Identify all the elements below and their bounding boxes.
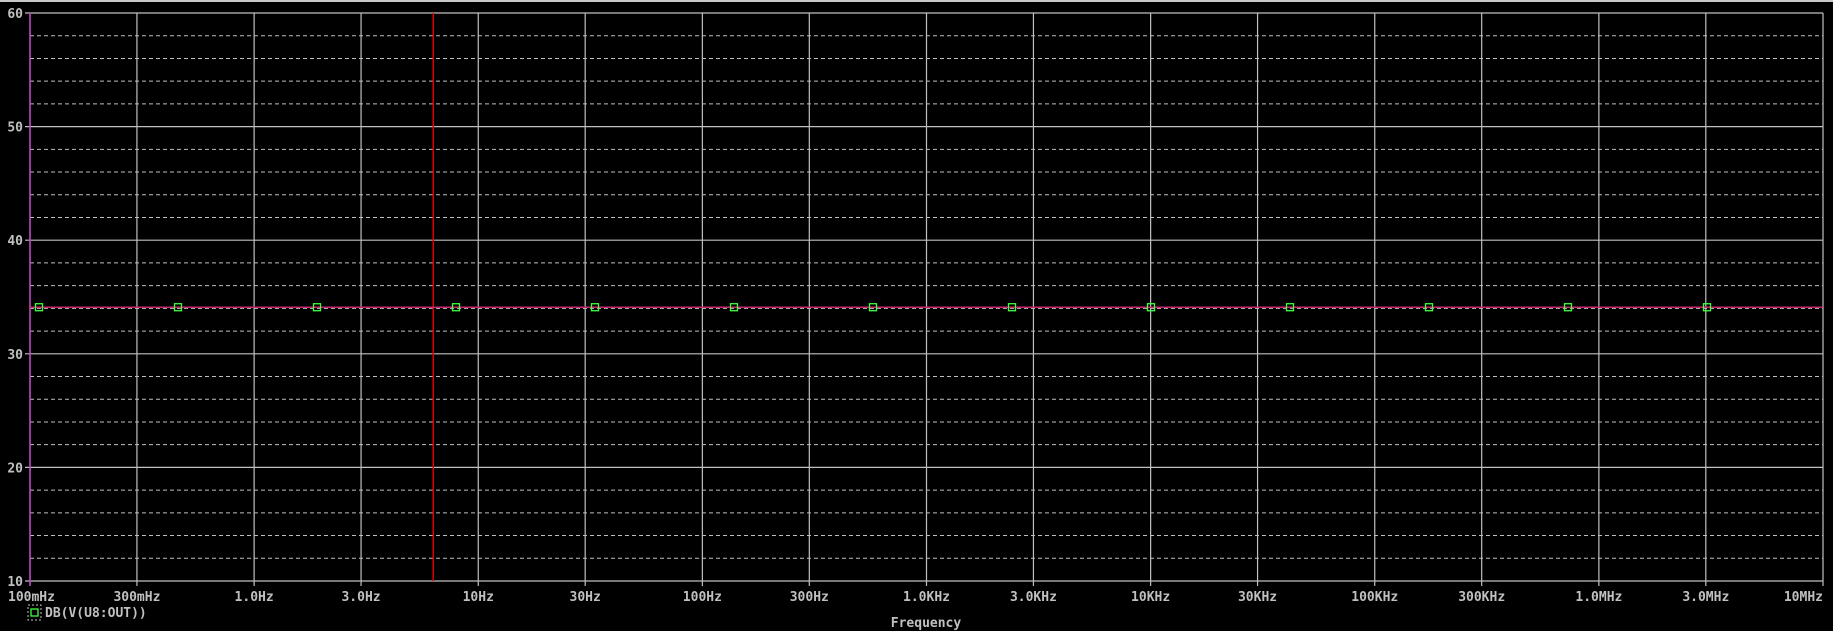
x-tick-label: 100KHz xyxy=(1351,590,1398,605)
x-tick-label: 300KHz xyxy=(1458,590,1505,605)
x-tick-label: 3.0Hz xyxy=(341,590,380,605)
legend-marker-box xyxy=(27,604,42,621)
x-tick-label: 300mHz xyxy=(113,590,160,605)
x-axis-ticks: 100mHz 300mHz 1.0Hz 3.0Hz 10Hz 30Hz 100Hz 300Hz… xyxy=(8,590,1823,605)
x-tick-label: 300Hz xyxy=(790,590,829,605)
bode-plot: 10 20 30 40 50 60 100mHz 300mHz 1.0Hz 3.0Hz 10Hz 3… xyxy=(7,7,1824,631)
y-axis-ticks: 10 20 30 40 50 60 xyxy=(7,7,23,590)
y-tick-label: 10 xyxy=(7,575,23,590)
y-tick-label: 50 xyxy=(7,121,23,136)
x-tick-label: 10MHz xyxy=(1784,590,1823,605)
legend-marker-icon xyxy=(30,608,39,617)
y-tick-label: 60 xyxy=(7,7,23,22)
x-tick-label: 100mHz xyxy=(8,590,55,605)
x-tick-label: 30KHz xyxy=(1238,590,1277,605)
x-tick-label: 10KHz xyxy=(1131,590,1170,605)
x-tick-label: 1.0Hz xyxy=(235,590,274,605)
y-tick-label: 20 xyxy=(7,461,23,476)
x-tick-label: 3.0KHz xyxy=(1010,590,1057,605)
y-tick-label: 30 xyxy=(7,348,23,363)
x-tick-label: 100Hz xyxy=(683,590,722,605)
x-tick-label: 10Hz xyxy=(463,590,494,605)
x-tick-label: 1.0MHz xyxy=(1575,590,1622,605)
legend[interactable]: DB(V(U8:OUT)) xyxy=(27,604,147,621)
grid xyxy=(25,12,1824,586)
x-tick-label: 30Hz xyxy=(570,590,601,605)
y-tick-label: 40 xyxy=(7,234,23,249)
x-tick-label: 3.0MHz xyxy=(1682,590,1729,605)
legend-label: DB(V(U8:OUT)) xyxy=(45,606,147,621)
x-tick-label: 1.0KHz xyxy=(903,590,950,605)
